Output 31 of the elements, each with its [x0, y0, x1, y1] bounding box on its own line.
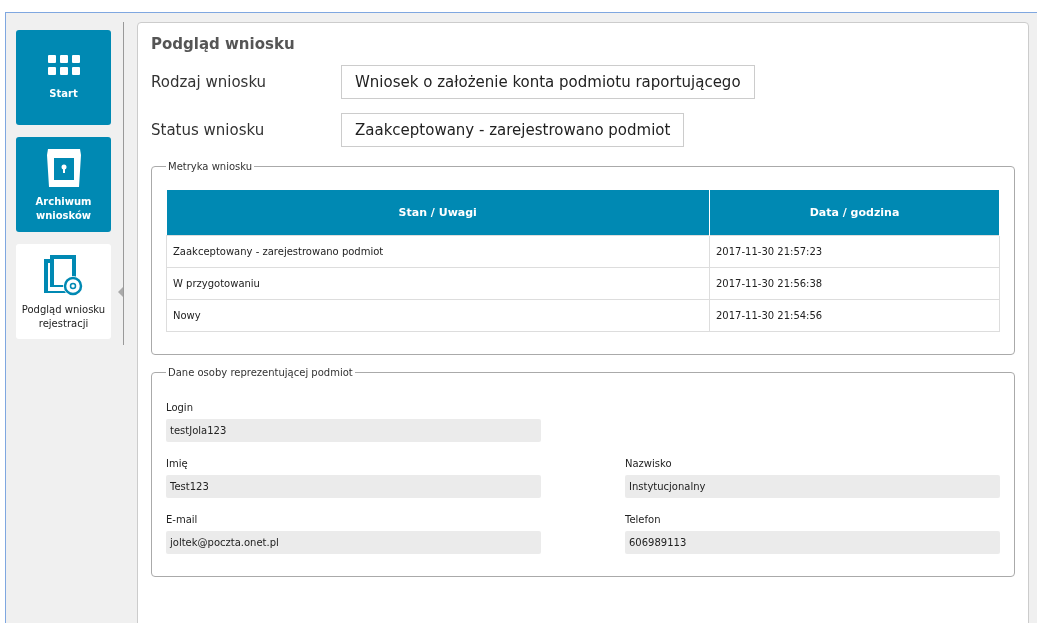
column-header: Data / godzina: [709, 190, 1000, 236]
field-label: Rodzaj wniosku: [151, 73, 268, 91]
field-label: E-mail: [166, 514, 199, 525]
pointer-icon: [118, 287, 123, 297]
sidebar-item[interactable]: Archiwum wniosków: [16, 137, 111, 232]
field-label: Telefon: [625, 514, 662, 525]
readonly-field: Wniosek o założenie konta podmiotu raportującego: [341, 65, 755, 99]
table-cell: Zaakceptowany - zarejestrowano podmiot: [166, 235, 710, 268]
panel-title: Podgląd wniosku: [151, 35, 296, 53]
field-label: Nazwisko: [625, 458, 673, 469]
field-label: Login: [166, 402, 194, 413]
readonly-field: joltek@poczta.onet.pl: [166, 531, 541, 554]
sidebar-item[interactable]: Podgląd wniosku rejestracji: [16, 244, 111, 339]
field-label: Imię: [166, 458, 189, 469]
field-label: Status wniosku: [151, 121, 266, 139]
table-cell: Nowy: [166, 299, 710, 332]
document-disc-icon: [41, 253, 86, 297]
table-cell: 2017-11-30 21:54:56: [709, 299, 1000, 332]
readonly-field: Test123: [166, 475, 541, 498]
readonly-field: testJola123: [166, 419, 541, 442]
table-cell: 2017-11-30 21:57:23: [709, 235, 1000, 268]
group-legend: Dane osoby reprezentującej podmiot: [166, 367, 355, 378]
sidebar-item[interactable]: Start: [16, 30, 111, 125]
readonly-field: Zaakceptowany - zarejestrowano podmiot: [341, 113, 685, 147]
group-legend: Metryka wniosku: [166, 161, 255, 172]
readonly-field: Instytucjonalny: [625, 475, 1000, 498]
table-cell: W przygotowaniu: [166, 267, 710, 300]
readonly-field: 606989113: [625, 531, 1000, 554]
table-cell: 2017-11-30 21:56:38: [709, 267, 1000, 300]
column-header: Stan / Uwagi: [166, 190, 710, 236]
archive-box-icon: [44, 147, 83, 189]
